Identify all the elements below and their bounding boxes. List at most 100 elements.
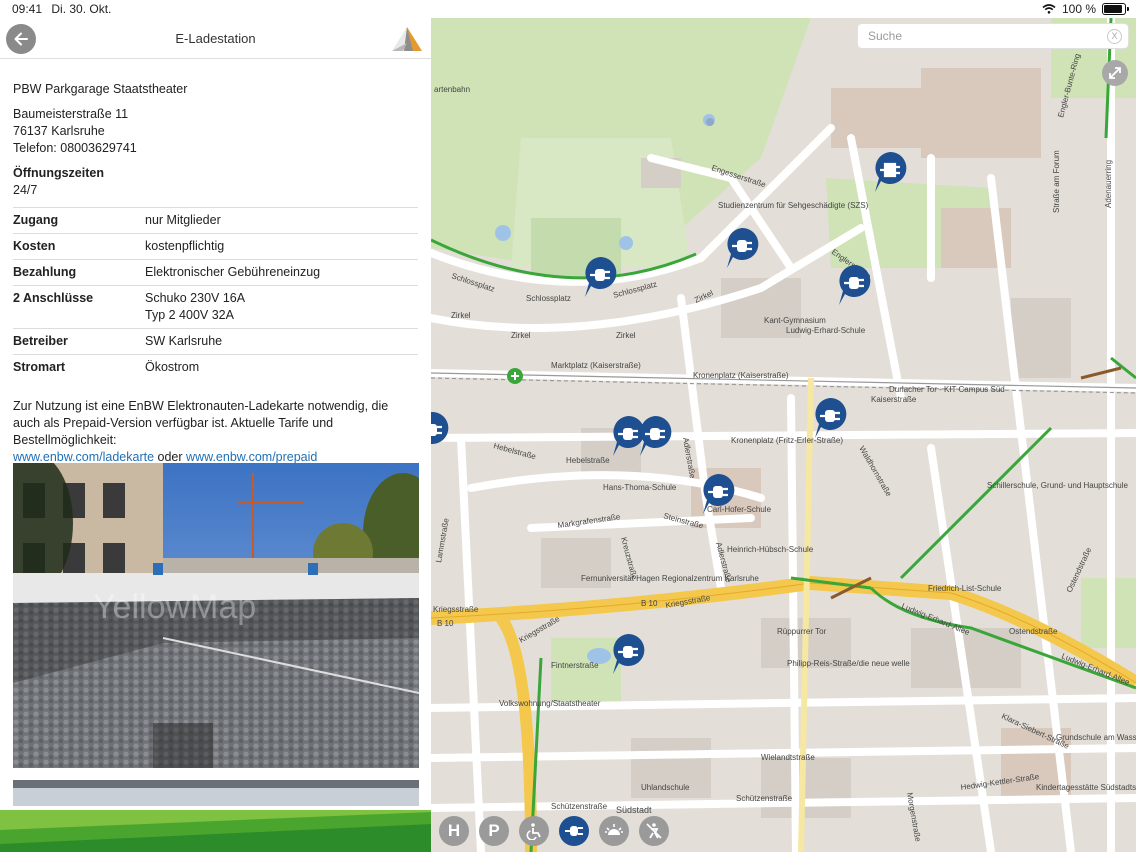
address-phone[interactable]: Telefon: 08003629741 [13,140,418,157]
connector-2: Typ 2 400V 32A [145,308,234,322]
status-bar: 09:41 Di. 30. Okt. 100 % [0,0,1136,18]
filter-wheelchair-button[interactable] [519,816,549,846]
ev-charging-marker[interactable] [723,226,761,270]
map-label-wieland: Wielandtstraße [761,753,815,762]
station-name: PBW Parkgarage Staatstheater [13,82,188,96]
clear-search-icon[interactable]: X [1107,29,1122,44]
table-row: Bezahlung Elektronischer Gebühreneinzug [13,259,418,286]
connector-1: Schuko 230V 16A [145,291,246,305]
map-label-rueppurrer: Rüppurrer Tor [777,627,827,636]
detail-value: Elektronischer Gebühreneinzug [145,259,418,286]
map-label-schiller: Schillerschule, Grund- und Hauptschule [987,481,1129,490]
map-label-philipp: Philipp-Reis-Straße/die neue welle [787,659,910,668]
detail-key: Zugang [13,207,145,234]
poi-filter-bar: H P [439,816,669,846]
filter-sunrise-button[interactable] [599,816,629,846]
ev-charging-marker[interactable] [835,263,873,307]
detail-key: Stromart [13,354,145,380]
detail-key: 2 Anschlüsse [13,285,145,329]
map-label-kronenplatz: Kronenplatz (Kaiserstraße) [693,371,789,380]
ev-charging-marker[interactable] [609,632,647,676]
hours-value: 24/7 [13,183,38,197]
search-placeholder: Suche [868,29,903,43]
map-label-ostend: Ostendstraße [1009,627,1058,636]
detail-value: Ökostrom [145,354,418,380]
details-table: Zugang nur Mitglieder Kosten kostenpflic… [13,207,418,380]
table-row: 2 Anschlüsse Schuko 230V 16A Typ 2 400V … [13,285,418,329]
map-label-zirkel2: Zirkel [511,331,531,340]
map-label-friedrichlist: Friedrich-List-Schule [928,584,1002,593]
ev-plug-icon [565,826,583,836]
fullscreen-button[interactable] [1102,60,1128,86]
page-title: E-Ladestation [175,31,256,46]
map-label-kriegsstr2: Kriegsstraße [433,605,479,614]
map-label-hebel2: Hebelstraße [566,456,610,465]
map-search-input[interactable]: Suche X [858,24,1128,48]
table-row: Kosten kostenpflichtig [13,233,418,260]
map-label-zirkel3: Zirkel [616,331,636,340]
filter-bus-stop-button[interactable]: H [439,816,469,846]
photo-watermark: YellowMap [93,588,256,626]
map-label-schuetzen2: Schützenstraße [736,794,793,803]
map-label-marktplatz: Marktplatz (Kaiserstraße) [551,361,641,370]
note-text: Zur Nutzung ist eine EnBW Elektronauten-… [13,399,389,447]
detail-value: kostenpflichtig [145,233,418,260]
wheelchair-icon [526,823,541,840]
map-label-suedstadt: Südstadt [616,805,652,815]
ev-charging-marker[interactable] [699,472,737,516]
map-label-zirkel1: Zirkel [451,311,471,320]
ev-charging-marker[interactable] [431,410,451,454]
detail-key: Bezahlung [13,259,145,286]
map-label-b10a: B 10 [641,599,658,608]
filter-parking-button[interactable]: P [479,816,509,846]
ev-charging-marker[interactable] [871,150,909,194]
note-connector: oder [157,450,183,464]
map-label-studienzentrum: Studienzentrum für Sehgeschädigte (SZS) [718,201,869,210]
map-label-b10b: B 10 [437,619,454,628]
station-photo-2[interactable] [13,780,419,806]
ev-charging-marker-selected[interactable] [581,255,619,299]
parking-icon: P [488,821,500,840]
station-photo[interactable]: YellowMap [13,463,419,768]
detail-value: SW Karlsruhe [145,328,418,355]
footer-stripe [0,810,431,852]
detail-value: nur Mitglieder [145,207,418,234]
map-label-schlossplatz2: Schlossplatz [526,294,571,303]
usage-note: Zur Nutzung ist eine EnBW Elektronauten-… [13,398,418,466]
status-date: Di. 30. Okt. [51,2,112,16]
no-accessibility-icon [646,823,662,839]
address-street: Baumeisterstraße 11 [13,107,129,121]
link-ladekarte[interactable]: www.enbw.com/ladekarte [13,450,154,464]
detail-key: Kosten [13,233,145,260]
address-city: 76137 Karlsruhe [13,124,105,138]
ev-charging-marker[interactable] [636,414,674,458]
table-row: Zugang nur Mitglieder [13,207,418,234]
map-label-durlacher: Durlacher Tor - KIT Campus Süd [889,385,1005,394]
map-label-kantgym: Kant-Gymnasium [764,316,826,325]
table-row: Stromart Ökostrom [13,354,418,380]
ev-charging-marker[interactable] [811,396,849,440]
map-label-hansthoma: Hans-Thoma-Schule [603,483,677,492]
detail-panel: E-Ladestation PBW Parkgarage Staatstheat… [0,18,431,852]
map-view[interactable]: artenbahn Engesserstraße Studienzentrum … [431,18,1136,852]
battery-icon [1102,3,1129,15]
link-prepaid[interactable]: www.enbw.com/prepaid [186,450,317,464]
filter-ev-charging-button[interactable] [559,816,589,846]
expand-icon [1109,67,1121,79]
map-label-adenauer: Adenauerring [1104,160,1113,208]
station-address: Baumeisterstraße 11 76137 Karlsruhe Tele… [13,106,418,157]
table-row: Betreiber SW Karlsruhe [13,328,418,355]
detail-key: Betreiber [13,328,145,355]
filter-accessibility-button[interactable] [639,816,669,846]
wifi-icon [1042,4,1056,14]
map-label-gartenbahn: artenbahn [434,85,470,94]
sunrise-icon [605,824,623,835]
map-label-schuetzen: Schützenstraße [551,802,608,811]
battery-percent: 100 % [1061,2,1096,16]
bus-stop-icon: H [447,821,461,840]
status-time: 09:41 [12,2,43,16]
map-canvas[interactable]: artenbahn Engesserstraße Studienzentrum … [431,18,1136,852]
nav-bar: E-Ladestation [0,18,431,59]
station-details: PBW Parkgarage Staatstheater Baumeisters… [0,59,431,466]
map-label-ludwigerhard: Ludwig-Erhard-Schule [786,326,866,335]
